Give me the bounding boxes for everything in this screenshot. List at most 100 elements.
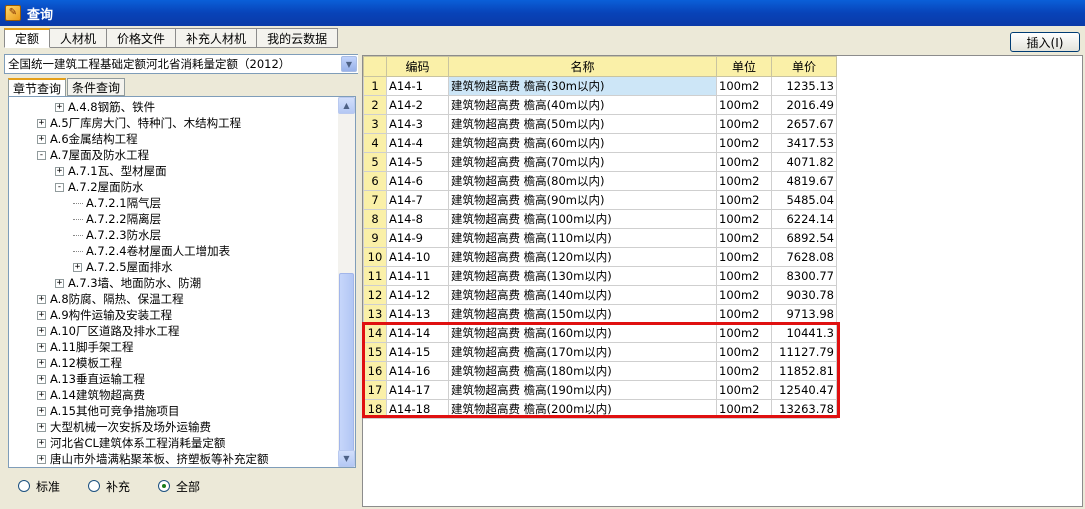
code-cell[interactable]: A14-7 — [386, 190, 449, 210]
table-row[interactable]: 10 A14-10 建筑物超高费 檐高(120m以内) 100m2 7628.08 — [363, 247, 837, 267]
row-number-cell[interactable]: 14 — [363, 323, 387, 343]
price-cell[interactable]: 3417.53 — [771, 133, 837, 153]
table-row[interactable]: 1 A14-1 建筑物超高费 檐高(30m以内) 100m2 1235.13 — [363, 76, 837, 96]
radio-all[interactable]: 全部 — [158, 478, 200, 495]
tree-node[interactable]: + A.13垂直运输工程 — [37, 371, 145, 387]
row-number-cell[interactable]: 13 — [363, 304, 387, 324]
code-cell[interactable]: A14-2 — [386, 95, 449, 115]
tree-node[interactable]: + A.11脚手架工程 — [37, 339, 133, 355]
price-cell[interactable]: 11852.81 — [771, 361, 837, 381]
expand-icon[interactable]: + — [73, 262, 82, 272]
expand-icon[interactable]: + — [37, 438, 46, 448]
code-cell[interactable]: A14-13 — [386, 304, 449, 324]
tree-node[interactable]: + A.12模板工程 — [37, 355, 122, 371]
code-cell[interactable]: A14-5 — [386, 152, 449, 172]
unit-cell[interactable]: 100m2 — [716, 171, 772, 191]
collapse-icon[interactable]: - — [37, 150, 46, 160]
row-number-cell[interactable]: 8 — [363, 209, 387, 229]
price-cell[interactable]: 13263.78 — [771, 399, 837, 419]
tree-node[interactable]: + A.7.3墙、地面防水、防潮 — [55, 275, 201, 291]
table-row[interactable]: 14 A14-14 建筑物超高费 檐高(160m以内) 100m2 10441.3 — [363, 323, 837, 343]
unit-cell[interactable]: 100m2 — [716, 209, 772, 229]
row-number-cell[interactable]: 1 — [363, 76, 387, 96]
unit-cell[interactable]: 100m2 — [716, 133, 772, 153]
header-code[interactable]: 编码 — [386, 56, 449, 77]
price-cell[interactable]: 4071.82 — [771, 152, 837, 172]
row-number-cell[interactable]: 16 — [363, 361, 387, 381]
tree-node[interactable]: + A.6金属结构工程 — [37, 131, 138, 147]
expand-icon[interactable]: + — [55, 102, 64, 112]
price-cell[interactable]: 8300.77 — [771, 266, 837, 286]
unit-cell[interactable]: 100m2 — [716, 190, 772, 210]
tab-chapter-query[interactable]: 章节查询 — [8, 78, 67, 97]
unit-cell[interactable]: 100m2 — [716, 152, 772, 172]
unit-cell[interactable]: 100m2 — [716, 114, 772, 134]
tab-condition-query[interactable]: 条件查询 — [67, 78, 126, 96]
row-number-cell[interactable]: 4 — [363, 133, 387, 153]
table-row[interactable]: 4 A14-4 建筑物超高费 檐高(60m以内) 100m2 3417.53 — [363, 133, 837, 153]
header-price[interactable]: 单价 — [771, 56, 837, 77]
code-cell[interactable]: A14-15 — [386, 342, 449, 362]
insert-button[interactable]: 插入(I) — [1010, 32, 1080, 52]
row-number-cell[interactable]: 6 — [363, 171, 387, 191]
row-number-cell[interactable]: 2 — [363, 95, 387, 115]
unit-cell[interactable]: 100m2 — [716, 361, 772, 381]
table-row[interactable]: 13 A14-13 建筑物超高费 檐高(150m以内) 100m2 9713.98 — [363, 304, 837, 324]
table-row[interactable]: 8 A14-8 建筑物超高费 檐高(100m以内) 100m2 6224.14 — [363, 209, 837, 229]
tree-node[interactable]: A.7.2.2隔离层 — [73, 211, 161, 227]
tree-node[interactable]: + A.7.2.5屋面排水 — [73, 259, 173, 275]
tree-node[interactable]: + A.4.8钢筋、铁件 — [55, 99, 155, 115]
row-number-cell[interactable]: 18 — [363, 399, 387, 419]
tree-node[interactable]: + 唐山市外墙满粘聚苯板、挤塑板等补充定额 — [37, 451, 269, 467]
expand-icon[interactable]: + — [37, 310, 46, 320]
table-row[interactable]: 3 A14-3 建筑物超高费 檐高(50m以内) 100m2 2657.67 — [363, 114, 837, 134]
tree-node[interactable]: A.7.2.1隔气层 — [73, 195, 161, 211]
table-row[interactable]: 5 A14-5 建筑物超高费 檐高(70m以内) 100m2 4071.82 — [363, 152, 837, 172]
tree-scrollbar[interactable]: ▲ ▼ — [338, 97, 355, 467]
scroll-up-icon[interactable]: ▲ — [338, 97, 355, 114]
expand-icon[interactable]: + — [37, 294, 46, 304]
tab-supplementary-lmm[interactable]: 补充人材机 — [176, 28, 258, 48]
tree-node[interactable]: - A.7屋面及防水工程 — [37, 147, 149, 163]
header-name[interactable]: 名称 — [448, 56, 717, 77]
name-cell[interactable]: 建筑物超高费 檐高(110m以内) — [448, 228, 717, 248]
name-cell[interactable]: 建筑物超高费 檐高(30m以内) — [448, 76, 717, 96]
table-row[interactable]: 17 A14-17 建筑物超高费 檐高(190m以内) 100m2 12540.47 — [363, 380, 837, 400]
code-cell[interactable]: A14-1 — [386, 76, 449, 96]
expand-icon[interactable]: + — [37, 422, 46, 432]
price-cell[interactable]: 2016.49 — [771, 95, 837, 115]
name-cell[interactable]: 建筑物超高费 檐高(40m以内) — [448, 95, 717, 115]
code-cell[interactable]: A14-10 — [386, 247, 449, 267]
expand-icon[interactable]: + — [37, 454, 46, 464]
price-cell[interactable]: 6224.14 — [771, 209, 837, 229]
unit-cell[interactable]: 100m2 — [716, 95, 772, 115]
name-cell[interactable]: 建筑物超高费 檐高(130m以内) — [448, 266, 717, 286]
name-cell[interactable]: 建筑物超高费 檐高(100m以内) — [448, 209, 717, 229]
code-cell[interactable]: A14-9 — [386, 228, 449, 248]
unit-cell[interactable]: 100m2 — [716, 380, 772, 400]
row-number-cell[interactable]: 10 — [363, 247, 387, 267]
tab-quota[interactable]: 定额 — [4, 28, 51, 48]
expand-icon[interactable]: + — [37, 118, 46, 128]
tab-my-cloud-data[interactable]: 我的云数据 — [257, 28, 339, 48]
unit-cell[interactable]: 100m2 — [716, 323, 772, 343]
table-row[interactable]: 18 A14-18 建筑物超高费 檐高(200m以内) 100m2 13263.78 — [363, 399, 837, 419]
table-row[interactable]: 11 A14-11 建筑物超高费 檐高(130m以内) 100m2 8300.77 — [363, 266, 837, 286]
name-cell[interactable]: 建筑物超高费 檐高(150m以内) — [448, 304, 717, 324]
name-cell[interactable]: 建筑物超高费 檐高(90m以内) — [448, 190, 717, 210]
row-number-cell[interactable]: 3 — [363, 114, 387, 134]
unit-cell[interactable]: 100m2 — [716, 399, 772, 419]
expand-icon[interactable]: + — [37, 342, 46, 352]
name-cell[interactable]: 建筑物超高费 檐高(200m以内) — [448, 399, 717, 419]
code-cell[interactable]: A14-18 — [386, 399, 449, 419]
price-cell[interactable]: 7628.08 — [771, 247, 837, 267]
price-cell[interactable]: 2657.67 — [771, 114, 837, 134]
tree-node[interactable]: A.7.2.4卷材屋面人工增加表 — [73, 243, 230, 259]
name-cell[interactable]: 建筑物超高费 檐高(170m以内) — [448, 342, 717, 362]
price-cell[interactable]: 1235.13 — [771, 76, 837, 96]
code-cell[interactable]: A14-3 — [386, 114, 449, 134]
unit-cell[interactable]: 100m2 — [716, 285, 772, 305]
expand-icon[interactable]: + — [37, 374, 46, 384]
expand-icon[interactable]: + — [37, 326, 46, 336]
price-cell[interactable]: 9030.78 — [771, 285, 837, 305]
